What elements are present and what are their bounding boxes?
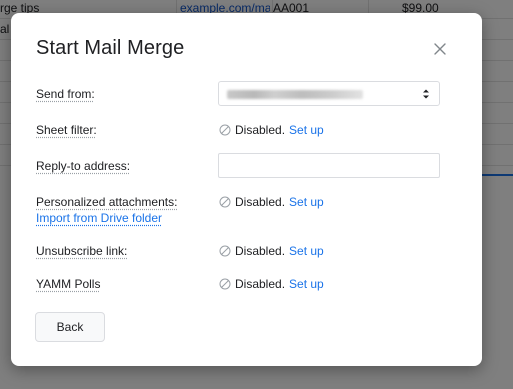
- personalized-attachments-label: Personalized attachments:: [36, 195, 178, 209]
- status-text: Disabled.: [235, 244, 286, 258]
- sheet-filter-status: Disabled. Set up: [219, 122, 324, 138]
- reply-to-label: Reply-to address:: [36, 159, 131, 173]
- disabled-icon: [219, 124, 231, 136]
- send-from-select[interactable]: [218, 81, 440, 106]
- disabled-icon: [219, 278, 231, 290]
- send-from-label: Send from:: [36, 87, 95, 101]
- select-arrows-icon: [423, 89, 429, 99]
- status-text: Disabled.: [235, 195, 286, 209]
- yamm-polls-status: Disabled. Set up: [219, 276, 324, 292]
- reply-to-input[interactable]: [218, 153, 440, 178]
- yamm-polls-setup-link[interactable]: Set up: [289, 277, 324, 291]
- attachments-setup-link[interactable]: Set up: [289, 195, 324, 209]
- back-button[interactable]: Back: [35, 312, 105, 342]
- mail-merge-dialog: Start Mail Merge Send from: Sheet filter…: [11, 13, 482, 366]
- status-text: Disabled.: [235, 277, 286, 291]
- unsubscribe-setup-link[interactable]: Set up: [289, 244, 324, 258]
- close-icon: [434, 43, 446, 55]
- yamm-polls-label: YAMM Polls: [36, 277, 101, 291]
- unsubscribe-status: Disabled. Set up: [219, 243, 324, 259]
- sheet-filter-label: Sheet filter:: [36, 123, 97, 137]
- unsubscribe-link-label: Unsubscribe link:: [36, 244, 128, 258]
- status-text: Disabled.: [235, 123, 286, 137]
- sheet-filter-setup-link[interactable]: Set up: [289, 123, 324, 137]
- import-from-drive-link[interactable]: Import from Drive folder: [36, 211, 162, 225]
- redacted-sender: [227, 90, 363, 99]
- personalized-attachments-status: Disabled. Set up: [219, 194, 324, 210]
- disabled-icon: [219, 196, 231, 208]
- close-button[interactable]: [429, 38, 451, 60]
- disabled-icon: [219, 245, 231, 257]
- dialog-title: Start Mail Merge: [36, 37, 185, 59]
